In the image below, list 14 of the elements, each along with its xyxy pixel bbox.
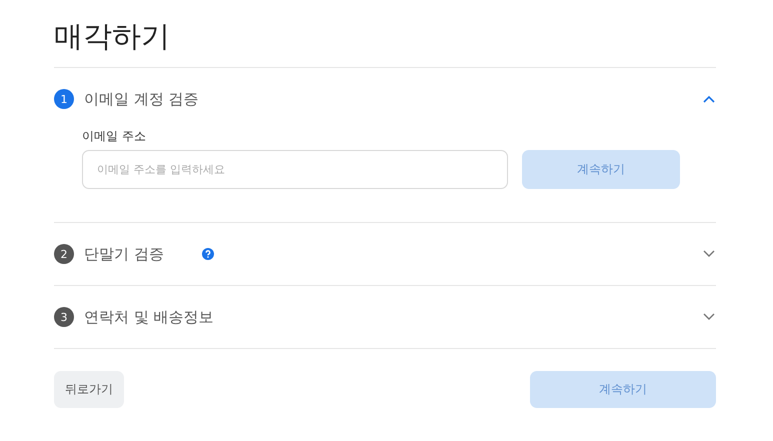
chevron-up-icon[interactable] — [703, 95, 715, 103]
step-title[interactable]: 연락처 및 배송정보 — [84, 308, 214, 326]
chevron-down-icon[interactable] — [703, 313, 715, 321]
email-field[interactable]: 이메일 주소를 입력하세요 — [82, 150, 508, 189]
back-button[interactable]: 뒤로가기 — [54, 371, 124, 408]
page-title: 매각하기 — [54, 14, 716, 68]
step-number: 3 — [54, 307, 74, 327]
field-label: 이메일 주소 — [82, 128, 147, 145]
step-title[interactable]: 단말기 검증 — [84, 244, 164, 264]
chevron-down-icon[interactable] — [703, 250, 715, 258]
step-number: 2 — [54, 244, 74, 264]
step-title[interactable]: 이메일 계정 검증 — [84, 90, 199, 108]
help-icon[interactable] — [202, 248, 214, 260]
step-number: 1 — [54, 89, 74, 109]
